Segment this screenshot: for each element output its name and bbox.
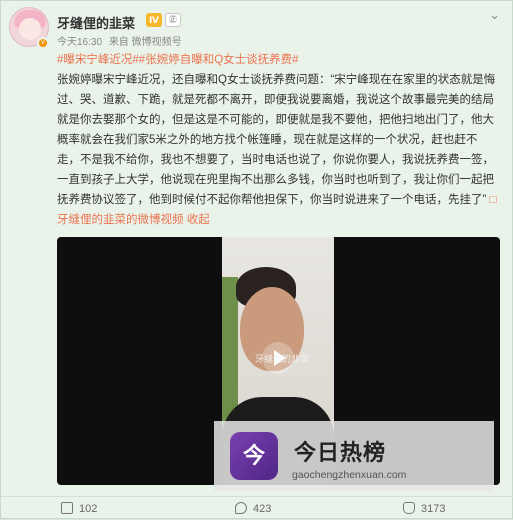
post-footer: 102 423 3173 — [1, 496, 513, 520]
comment-count: 423 — [253, 503, 272, 515]
topic-link[interactable]: #张婉婷自曝和Q女士谈抚养费# — [139, 54, 299, 66]
comment-button[interactable]: 423 — [235, 502, 271, 515]
like-icon — [403, 502, 415, 514]
video-caption: 牙缝俚的韭菜 — [254, 354, 309, 364]
share-button[interactable]: 102 — [61, 502, 97, 515]
share-count: 102 — [79, 503, 98, 515]
share-icon — [61, 502, 73, 514]
weibo-post-card: V 牙缝俚的韭菜 Ⅳ ㊣ 今天16:30 来自 微博视频号 ⌄ #曝宋宁峰近况#… — [0, 0, 513, 519]
verified-badge-icon: V — [37, 37, 49, 49]
vip-badge[interactable]: Ⅳ — [146, 13, 162, 27]
watermark-url: gaochengzhenxuan.com — [292, 469, 407, 481]
post-content: #曝宋宁峰近况##张婉婷自曝和Q女士谈抚养费# 张婉婷曝宋宁峰近况，还自曝和Q女… — [57, 50, 497, 230]
topic-link[interactable]: #曝宋宁峰近况# — [57, 54, 139, 66]
like-count: 3173 — [421, 503, 446, 515]
more-icon[interactable]: ⌄ — [489, 7, 500, 23]
author-name[interactable]: 牙缝俚的韭菜 — [57, 13, 135, 32]
watermark-title: 今日热榜 — [294, 440, 387, 465]
post-meta: 今天16:30 来自 微博视频号 — [57, 33, 186, 48]
like-button[interactable]: 3173 — [403, 502, 445, 515]
rank-badge[interactable]: ㊣ — [165, 13, 181, 27]
comment-icon — [235, 502, 247, 514]
post-source: 来自 微博视频号 — [108, 37, 182, 48]
watermark-logo: 今 — [230, 432, 278, 480]
avatar-face — [19, 18, 41, 40]
collapse-link[interactable]: 收起 — [187, 214, 210, 226]
post-time[interactable]: 今天16:30 — [57, 37, 102, 48]
watermark: 今 今日热榜 gaochengzhenxuan.com — [214, 421, 494, 491]
post-text: 张婉婷曝宋宁峰近况，还自曝和Q女士谈抚养费问题：“宋宁峰现在在家里的状态就是悔过… — [57, 74, 496, 206]
